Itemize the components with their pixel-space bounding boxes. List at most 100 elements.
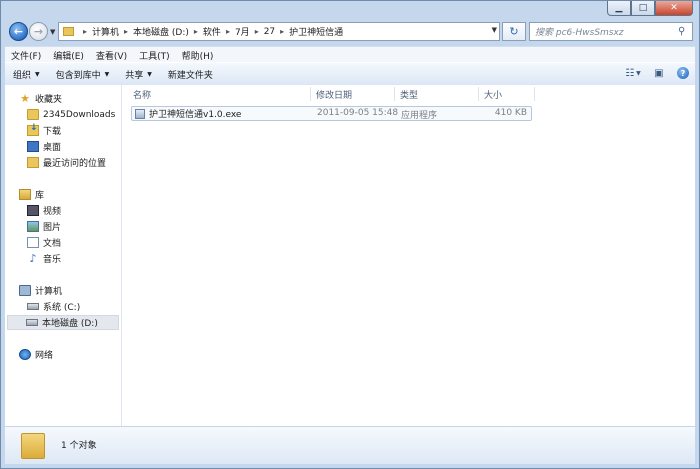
document-icon <box>27 237 39 248</box>
search-icon[interactable]: ⚲ <box>678 26 692 37</box>
breadcrumb-drive-d[interactable]: 本地磁盘 (D:) <box>133 25 189 38</box>
breadcrumb-computer[interactable]: 计算机 <box>92 25 119 38</box>
file-type: 应用程序 <box>401 111 438 121</box>
breadcrumb-separator[interactable]: ▸ <box>124 27 128 36</box>
network-icon <box>19 349 31 360</box>
sidebar-item-drive-d[interactable]: 本地磁盘 (D:) <box>7 315 119 330</box>
sidebar-item-label: 图片 <box>43 223 62 233</box>
star-icon: ★ <box>20 92 30 105</box>
file-date: 2011-09-05 15:48 <box>317 108 399 118</box>
close-button[interactable]: ✕ <box>655 1 693 16</box>
breadcrumb-software[interactable]: 软件 <box>203 25 221 38</box>
column-divider[interactable] <box>534 87 535 101</box>
menu-help[interactable]: 帮助(H) <box>176 49 220 62</box>
sidebar-item-desktop[interactable]: 桌面 <box>27 139 121 154</box>
drive-icon <box>27 303 39 310</box>
sidebar-item-drive-c[interactable]: 系统 (C:) <box>27 299 121 314</box>
help-icon[interactable]: ? <box>677 67 689 79</box>
menu-view[interactable]: 查看(V) <box>90 49 133 62</box>
menu-edit[interactable]: 编辑(E) <box>47 49 90 62</box>
column-header-name[interactable]: 名称 <box>133 85 151 103</box>
folder-icon <box>27 109 39 120</box>
breadcrumb-27[interactable]: 27 <box>264 27 275 37</box>
back-button[interactable]: ← <box>9 22 28 41</box>
organize-button[interactable]: 组织 ▼ <box>5 68 48 81</box>
sidebar-group-computer[interactable]: 计算机 <box>19 283 121 298</box>
address-bar[interactable]: ▸ 计算机 ▸ 本地磁盘 (D:) ▸ 软件 ▸ 7月 ▸ 27 ▸ 护卫神短信… <box>58 22 500 41</box>
include-in-library-label: 包含到库中 <box>55 70 101 81</box>
share-label: 共享 <box>125 70 144 81</box>
column-header-date[interactable]: 修改日期 <box>316 85 352 103</box>
sidebar-group-label: 网络 <box>35 351 54 361</box>
chevron-down-icon: ▼ <box>35 70 40 78</box>
sidebar-item-label: 2345Downloads <box>43 109 116 120</box>
menu-tools[interactable]: 工具(T) <box>133 49 176 62</box>
sidebar-item-music[interactable]: ♪ 音乐 <box>27 251 121 266</box>
sidebar-group-label: 收藏夹 <box>35 95 63 105</box>
file-row[interactable]: 护卫神短信通v1.0.exe 2011-09-05 15:48 应用程序 410… <box>131 106 532 121</box>
exe-file-icon <box>135 108 145 119</box>
breadcrumb-separator[interactable]: ▸ <box>226 27 230 36</box>
folder-icon <box>21 432 45 459</box>
search-input[interactable]: 搜索 pc6-HwsSmsxz <box>535 25 678 38</box>
column-header-size[interactable]: 大小 <box>484 85 502 103</box>
preview-pane-icon[interactable]: ▣ <box>651 66 667 80</box>
computer-icon <box>19 285 31 296</box>
sidebar-item-documents[interactable]: 文档 <box>27 235 121 250</box>
sidebar-item-label: 系统 (C:) <box>43 303 81 313</box>
search-box[interactable]: 搜索 pc6-HwsSmsxz ⚲ <box>529 22 693 41</box>
sidebar-item-pictures[interactable]: 图片 <box>27 219 121 234</box>
sidebar-group-network[interactable]: 网络 <box>19 347 121 362</box>
refresh-icon: ↻ <box>509 25 519 38</box>
toolbar-right: ☷ ▼ ▣ ? <box>625 66 689 80</box>
sidebar-group-libraries[interactable]: 库 <box>19 187 121 202</box>
sidebar-item-2345downloads[interactable]: 2345Downloads <box>27 107 121 122</box>
menu-file[interactable]: 文件(F) <box>5 49 47 62</box>
navigation-pane: ★ 收藏夹 2345Downloads 下载 桌面 最近访问的位置 库 视频 <box>5 85 122 427</box>
sidebar-item-videos[interactable]: 视频 <box>27 203 121 218</box>
sidebar-group-label: 计算机 <box>35 287 63 297</box>
sidebar-item-recent-places[interactable]: 最近访问的位置 <box>27 155 121 170</box>
chevron-down-icon: ▼ <box>147 70 152 78</box>
picture-icon <box>27 221 39 232</box>
video-icon <box>27 205 39 216</box>
chevron-down-icon: ▼ <box>104 70 110 78</box>
address-dropdown[interactable]: ▼ <box>492 26 497 34</box>
file-size: 410 KB <box>494 108 527 118</box>
back-arrow-icon: ← <box>13 25 24 38</box>
column-divider[interactable] <box>394 87 395 101</box>
new-folder-button[interactable]: 新建文件夹 <box>160 68 221 81</box>
command-bar: 组织 ▼ 包含到库中 ▼ 共享 ▼ 新建文件夹 ☷ ▼ ▣ ? <box>5 62 695 86</box>
forward-arrow-icon: → <box>33 25 44 38</box>
column-header-label: 大小 <box>484 90 503 101</box>
download-folder-icon <box>27 123 39 136</box>
file-list: 名称 修改日期 类型 大小 护卫神短信通v1.0.exe 2011-09-05 … <box>122 85 695 427</box>
column-divider[interactable] <box>310 87 311 101</box>
include-in-library-button[interactable]: 包含到库中 ▼ <box>48 68 118 81</box>
column-header-label: 修改日期 <box>316 90 353 101</box>
sidebar-item-label: 下载 <box>43 127 62 137</box>
sidebar-group-favorites[interactable]: ★ 收藏夹 <box>19 91 121 106</box>
breadcrumb-separator[interactable]: ▸ <box>194 27 198 36</box>
folder-icon <box>63 27 74 36</box>
breadcrumb-current-folder[interactable]: 护卫神短信通 <box>289 25 343 38</box>
breadcrumb-separator[interactable]: ▸ <box>280 27 284 36</box>
maximize-button[interactable]: □ <box>631 1 655 16</box>
minimize-button[interactable]: ▁ <box>607 1 631 16</box>
column-header-type[interactable]: 类型 <box>400 85 418 103</box>
sidebar-item-label: 本地磁盘 (D:) <box>42 319 98 329</box>
recent-pages-dropdown[interactable]: ▼ <box>50 28 55 36</box>
view-options-icon[interactable]: ☷ ▼ <box>625 66 641 80</box>
breadcrumb-july[interactable]: 7月 <box>235 25 250 38</box>
refresh-button[interactable]: ↻ <box>502 22 526 41</box>
sidebar-item-downloads[interactable]: 下载 <box>27 123 121 138</box>
sidebar-item-label: 文档 <box>43 239 62 249</box>
desktop-icon <box>27 141 39 152</box>
breadcrumb-separator[interactable]: ▸ <box>83 27 87 36</box>
share-button[interactable]: 共享 ▼ <box>117 68 160 81</box>
column-divider[interactable] <box>478 87 479 101</box>
column-header-label: 名称 <box>133 90 152 101</box>
item-count: 1 个对象 <box>61 441 97 451</box>
breadcrumb-separator[interactable]: ▸ <box>255 27 259 36</box>
forward-button[interactable]: → <box>29 22 48 41</box>
